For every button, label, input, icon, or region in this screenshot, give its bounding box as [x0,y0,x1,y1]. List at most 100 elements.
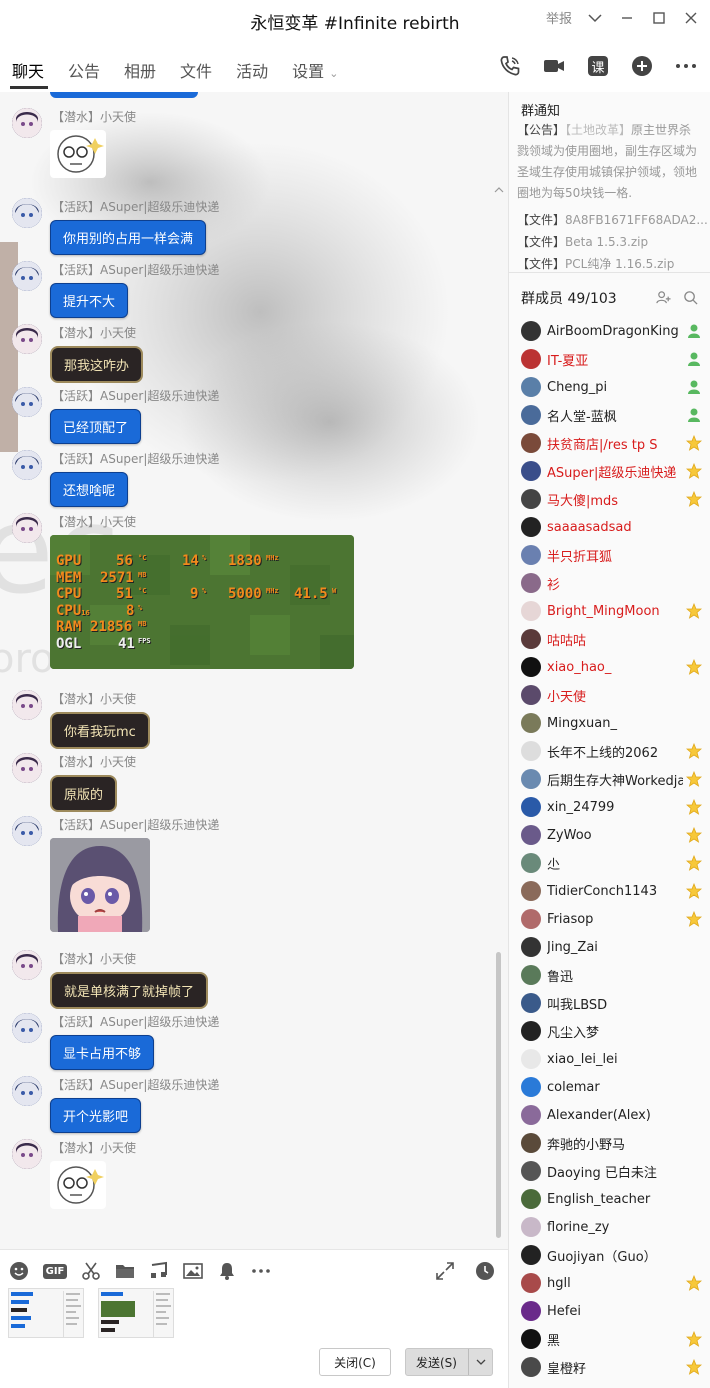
sticker-image[interactable] [50,1161,106,1209]
expand-icon[interactable] [434,1260,456,1282]
member-item[interactable]: ZyWoo [521,824,707,846]
member-item[interactable]: 衫 [521,572,707,594]
avatar[interactable] [521,657,541,677]
member-item[interactable]: 叫我LBSD [521,992,707,1014]
member-item[interactable]: 后期生存大神Workedja [521,768,707,790]
avatar[interactable] [521,517,541,537]
attachment-thumbnail[interactable] [8,1288,84,1338]
member-item[interactable]: colemar [521,1076,707,1098]
avatar[interactable] [521,881,541,901]
member-item[interactable]: 奔驰的小野马 [521,1132,707,1154]
member-item[interactable]: Daoying 已白未注 [521,1160,707,1182]
music-icon[interactable] [148,1260,170,1282]
member-item[interactable]: Hefei [521,1300,707,1322]
member-item[interactable]: 扶贫商店|/res tp S [521,432,707,454]
member-item[interactable]: 咕咕咕 [521,628,707,650]
message-bubble[interactable]: 还想啥呢 [50,472,129,507]
avatar[interactable] [12,198,42,228]
emoji-icon[interactable] [8,1260,30,1282]
avatar[interactable] [521,1077,541,1097]
send-button[interactable]: 发送(S) [405,1348,493,1376]
tab-files[interactable]: 文件 [180,58,212,82]
member-item[interactable]: 黑 [521,1328,707,1350]
avatar[interactable] [521,937,541,957]
avatar[interactable] [521,377,541,397]
member-item[interactable]: TidierConch1143 [521,880,707,902]
avatar[interactable] [521,1217,541,1237]
message-bubble[interactable]: 你用别的占用一样会满 [50,220,207,255]
member-item[interactable]: 小天使 [521,684,707,706]
member-item[interactable]: Jing_Zai [521,936,707,958]
message-bubble[interactable]: 显卡占用不够 [50,1035,155,1070]
tab-chat[interactable]: 聊天 [12,58,44,82]
tab-settings[interactable]: 设置 ⌄ [292,58,338,82]
tab-activity[interactable]: 活动 [236,58,268,82]
game-screenshot-image[interactable]: GPU 56 °C 14 % 1830 MHz MEM 2571 MB CPU … [50,535,354,669]
avatar[interactable] [521,489,541,509]
avatar[interactable] [521,629,541,649]
member-item[interactable]: Friasop [521,908,707,930]
avatar[interactable] [521,321,541,341]
avatar[interactable] [12,450,42,480]
avatar[interactable] [521,993,541,1013]
member-item[interactable]: hgll [521,1272,707,1294]
avatar[interactable] [521,1245,541,1265]
avatar[interactable] [521,1049,541,1069]
avatar[interactable] [12,261,42,291]
gif-icon[interactable]: GIF [42,1260,68,1282]
avatar[interactable] [12,513,42,543]
message-bubble[interactable]: 已经顶配了 [50,409,142,444]
avatar[interactable] [521,433,541,453]
message-bubble[interactable]: 就是单核满了就掉帧了 [50,972,209,1009]
scroll-up-icon[interactable] [494,186,504,196]
avatar[interactable] [521,1301,541,1321]
video-call-icon[interactable] [542,54,566,78]
message-bubble[interactable]: 那我这咋办 [50,346,144,383]
avatar[interactable] [521,1161,541,1181]
member-item[interactable]: xin_24799 [521,796,707,818]
avatar[interactable] [12,950,42,980]
avatar[interactable] [521,769,541,789]
member-item[interactable]: 半只折耳狐 [521,544,707,566]
tab-announcement[interactable]: 公告 [68,58,100,82]
search-icon[interactable] [683,290,698,309]
avatar[interactable] [521,685,541,705]
image-icon[interactable] [182,1260,204,1282]
send-options-chevron-icon[interactable] [468,1349,492,1375]
add-app-icon[interactable] [630,54,654,78]
avatar[interactable] [521,909,541,929]
message-bubble[interactable]: 你看我玩mc [50,712,150,749]
member-item[interactable]: 凡尘入梦 [521,1020,707,1042]
chevron-down-icon[interactable] [586,9,604,27]
member-item[interactable]: xiao_hao_ [521,656,707,678]
avatar[interactable] [521,601,541,621]
tab-album[interactable]: 相册 [124,58,156,82]
avatar[interactable] [521,825,541,845]
maximize-button[interactable] [650,9,668,27]
avatar[interactable] [521,349,541,369]
member-item[interactable]: Bright_MingMoon [521,600,707,622]
avatar[interactable] [521,573,541,593]
avatar[interactable] [521,965,541,985]
avatar[interactable] [12,1076,42,1106]
notice-body[interactable]: 【公告】【土地改革】原主世界杀戮领域为使用圈地，副生存区域为圣域生存使用城镇保护… [517,120,703,204]
message-bubble[interactable]: 提升不大 [50,283,129,318]
close-chat-button[interactable]: 关闭(C) [319,1348,391,1376]
avatar[interactable] [521,1273,541,1293]
member-item[interactable]: 鲁迅 [521,964,707,986]
more-icon[interactable] [674,54,698,78]
member-item[interactable]: English_teacher [521,1188,707,1210]
add-member-icon[interactable] [656,290,671,309]
avatar[interactable] [521,1105,541,1125]
member-item[interactable]: 尐 [521,852,707,874]
file-item[interactable]: 【文件】Beta 1.5.3.zip [517,231,707,253]
phone-call-icon[interactable] [498,54,522,78]
avatar[interactable] [521,741,541,761]
member-item[interactable]: 长年不上线的2062 [521,740,707,762]
avatar[interactable] [12,816,42,846]
report-link[interactable]: 举报 [546,8,572,27]
bell-icon[interactable] [216,1260,238,1282]
avatar[interactable] [12,1013,42,1043]
member-item[interactable]: 名人堂-蓝枫 [521,404,707,426]
message-bubble[interactable]: 原版的 [50,775,118,812]
